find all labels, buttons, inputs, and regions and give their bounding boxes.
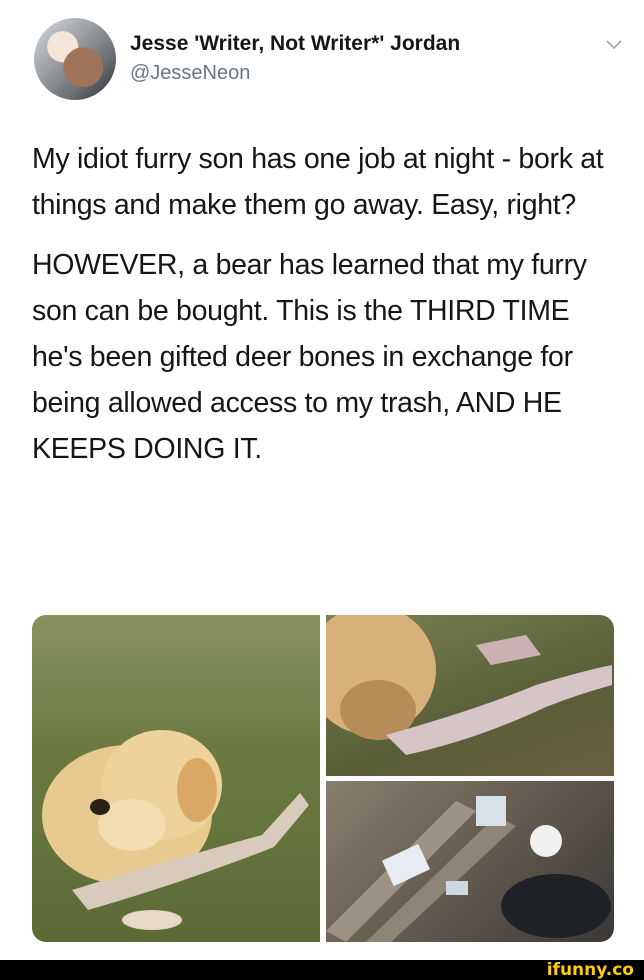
display-name[interactable]: Jesse 'Writer, Not Writer*' Jordan: [130, 32, 460, 56]
photo-dog-chewing-bone[interactable]: [326, 615, 614, 776]
photo-trash-on-deck[interactable]: [326, 781, 614, 942]
user-handle[interactable]: @JesseNeon: [130, 62, 460, 85]
trash-illustration: [326, 796, 611, 942]
photo-dog-on-grass[interactable]: [32, 615, 320, 942]
dog-with-bone-illustration: [42, 730, 309, 930]
tweet-paragraph-2: HOWEVER, a bear has learned that my furr…: [32, 249, 587, 465]
watermark-bar: ifunny.co: [0, 960, 644, 980]
author-names[interactable]: Jesse 'Writer, Not Writer*' Jordan @Jess…: [130, 32, 460, 85]
ifunny-logo: ifunny.co: [546, 960, 634, 980]
tweet-paragraph-1: My idiot furry son has one job at night …: [32, 143, 604, 221]
photo-grid: [32, 615, 614, 942]
avatar[interactable]: [34, 18, 116, 100]
tweet-text: My idiot furry son has one job at night …: [32, 136, 622, 472]
dog-chewing-illustration: [326, 615, 612, 755]
tweet-header: Jesse 'Writer, Not Writer*' Jordan @Jess…: [34, 18, 624, 108]
chevron-down-icon[interactable]: [604, 38, 624, 52]
